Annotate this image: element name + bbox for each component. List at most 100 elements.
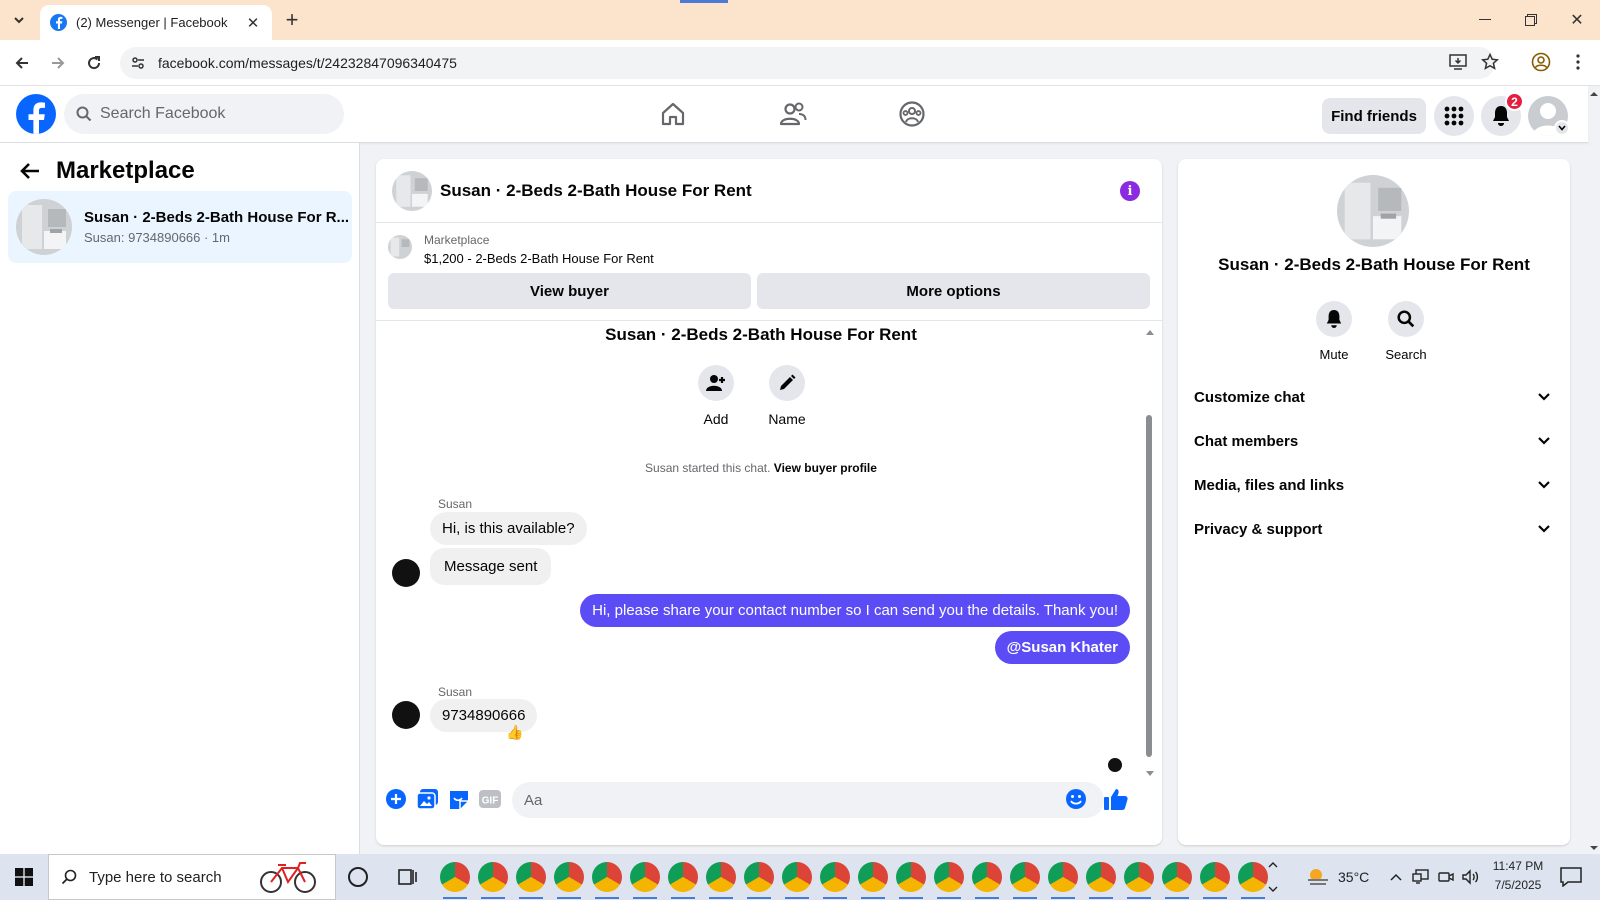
chrome-taskbar-icon[interactable] — [858, 862, 888, 899]
menu-button[interactable] — [1434, 96, 1474, 136]
chrome-taskbar-icon[interactable] — [1010, 862, 1040, 899]
maximize-button[interactable] — [1508, 6, 1554, 34]
thread-scrollbar-thumb[interactable] — [1146, 415, 1152, 757]
tab-search-button[interactable] — [6, 8, 32, 32]
attach-photo-button[interactable] — [416, 787, 440, 811]
outgoing-message[interactable]: @Susan Khater — [994, 631, 1130, 664]
chrome-taskbar-icon[interactable] — [706, 862, 736, 899]
view-buyer-button[interactable]: View buyer — [388, 273, 751, 309]
more-actions-button[interactable] — [384, 787, 408, 811]
minimize-button[interactable] — [1462, 6, 1508, 34]
media-files-links-section[interactable]: Media, files and links — [1194, 463, 1554, 507]
facebook-search-input[interactable]: Search Facebook — [64, 94, 344, 134]
bookmark-star-icon[interactable] — [1476, 48, 1504, 76]
chrome-taskbar-icon[interactable] — [478, 862, 508, 899]
notifications-button[interactable]: 2 — [1481, 92, 1524, 136]
message-thread: Susan · 2-Beds 2-Bath House For Rent Add… — [376, 321, 1162, 781]
cortana-icon[interactable] — [348, 867, 368, 887]
tab-close-icon[interactable]: ✕ — [244, 14, 262, 32]
incoming-message[interactable]: Message sent — [430, 548, 552, 585]
customize-chat-section[interactable]: Customize chat — [1194, 375, 1554, 419]
taskbar-search-input[interactable]: Type here to search — [48, 854, 336, 900]
facebook-logo[interactable] — [16, 94, 56, 134]
chrome-taskbar-icon[interactable] — [1162, 862, 1192, 899]
chrome-taskbar-icon[interactable] — [1086, 862, 1116, 899]
chrome-taskbar-icon[interactable] — [554, 862, 584, 899]
reload-button[interactable] — [81, 50, 107, 76]
emoji-button[interactable] — [1064, 787, 1088, 811]
chevron-up-icon[interactable] — [1390, 873, 1402, 881]
meet-now-icon[interactable] — [1438, 869, 1454, 885]
install-app-icon[interactable] — [1444, 48, 1472, 76]
chrome-taskbar-icon[interactable] — [934, 862, 964, 899]
browser-menu-icon[interactable] — [1564, 48, 1592, 76]
sender-avatar[interactable] — [392, 701, 420, 729]
chrome-taskbar-icon[interactable] — [1124, 862, 1154, 899]
add-person-action[interactable]: Add — [686, 365, 746, 427]
chrome-taskbar-icon[interactable] — [782, 862, 812, 899]
address-bar[interactable]: facebook.com/messages/t/2423284709634047… — [120, 47, 1495, 79]
chrome-taskbar-icon[interactable] — [1048, 862, 1078, 899]
sender-avatar[interactable] — [392, 559, 420, 587]
chrome-taskbar-icon[interactable] — [896, 862, 926, 899]
chat-members-section[interactable]: Chat members — [1194, 419, 1554, 463]
thumbs-up-reaction[interactable]: 👍 — [506, 724, 523, 741]
close-window-button[interactable]: ✕ — [1554, 6, 1600, 34]
new-tab-button[interactable]: + — [280, 7, 304, 32]
profile-icon[interactable] — [1527, 48, 1555, 76]
nav-home[interactable] — [653, 96, 693, 132]
browser-tab[interactable]: (2) Messenger | Facebook ✕ — [40, 5, 272, 40]
chrome-taskbar-icon[interactable] — [592, 862, 622, 899]
nav-groups[interactable] — [892, 96, 932, 132]
seen-indicator-avatar — [1108, 758, 1122, 772]
mute-action[interactable]: Mute — [1299, 301, 1369, 362]
clock-time: 11:47 PM — [1492, 859, 1544, 873]
edit-name-action[interactable]: Name — [757, 365, 817, 427]
chrome-taskbar-icon[interactable] — [1200, 862, 1230, 899]
chrome-taskbar-icon[interactable] — [668, 862, 698, 899]
outgoing-message[interactable]: Hi, please share your contact number so … — [580, 594, 1130, 627]
chrome-taskbar-icon[interactable] — [440, 862, 470, 899]
page-scroll-down-icon[interactable] — [1588, 842, 1600, 854]
like-button[interactable] — [1104, 787, 1128, 811]
weather-widget[interactable]: 35°C — [1306, 854, 1369, 900]
sticker-button[interactable] — [447, 787, 471, 811]
find-friends-button[interactable]: Find friends — [1322, 98, 1426, 134]
info-icon[interactable]: i — [1120, 181, 1140, 201]
listing-price-title[interactable]: $1,200 - 2-Beds 2-Bath House For Rent — [424, 251, 654, 266]
back-arrow-icon[interactable] — [20, 162, 40, 180]
view-buyer-profile-link[interactable]: View buyer profile — [774, 461, 877, 475]
gif-button[interactable]: GIF — [478, 787, 502, 811]
network-icon[interactable] — [1412, 869, 1430, 885]
privacy-support-section[interactable]: Privacy & support — [1194, 507, 1554, 551]
start-button[interactable] — [0, 854, 48, 900]
details-thumbnail — [1337, 175, 1409, 247]
notification-center-icon[interactable] — [1560, 867, 1582, 887]
search-in-chat-action[interactable]: Search — [1371, 301, 1441, 362]
chrome-taskbar-icon[interactable] — [630, 862, 660, 899]
account-chevron-icon[interactable] — [1554, 120, 1570, 136]
taskbar-clock[interactable]: 11:47 PM 7/5/2025 — [1486, 857, 1550, 895]
chrome-taskbar-icon[interactable] — [820, 862, 850, 899]
page-scroll-up-icon[interactable] — [1588, 88, 1600, 100]
forward-button[interactable] — [45, 50, 71, 76]
chat-thumbnail[interactable] — [392, 170, 432, 211]
url-text: facebook.com/messages/t/2423284709634047… — [158, 55, 457, 71]
message-input[interactable]: Aa — [512, 782, 1104, 818]
incoming-message[interactable]: Hi, is this available? — [430, 512, 587, 545]
task-view-icon[interactable] — [398, 868, 418, 886]
taskbar-overflow-arrows[interactable] — [1268, 860, 1278, 894]
back-button[interactable] — [9, 50, 35, 76]
chrome-taskbar-icon[interactable] — [972, 862, 1002, 899]
chat-title[interactable]: Susan · 2-Beds 2-Bath House For Rent — [440, 181, 752, 201]
marketplace-listing-bar: Marketplace $1,200 - 2-Beds 2-Bath House… — [376, 223, 1162, 321]
conversation-item[interactable]: Susan · 2-Beds 2-Bath House For R... Sus… — [8, 191, 352, 263]
weather-sun-icon — [1308, 869, 1328, 885]
volume-icon[interactable] — [1462, 869, 1480, 885]
chrome-taskbar-icon[interactable] — [744, 862, 774, 899]
chrome-taskbar-icon[interactable] — [1238, 862, 1268, 899]
nav-friends[interactable] — [773, 96, 813, 132]
chrome-taskbar-icon[interactable] — [516, 862, 546, 899]
more-options-button[interactable]: More options — [757, 273, 1150, 309]
conversation-list-panel: Marketplace Susan · 2-Beds 2-Bath House … — [0, 143, 360, 854]
